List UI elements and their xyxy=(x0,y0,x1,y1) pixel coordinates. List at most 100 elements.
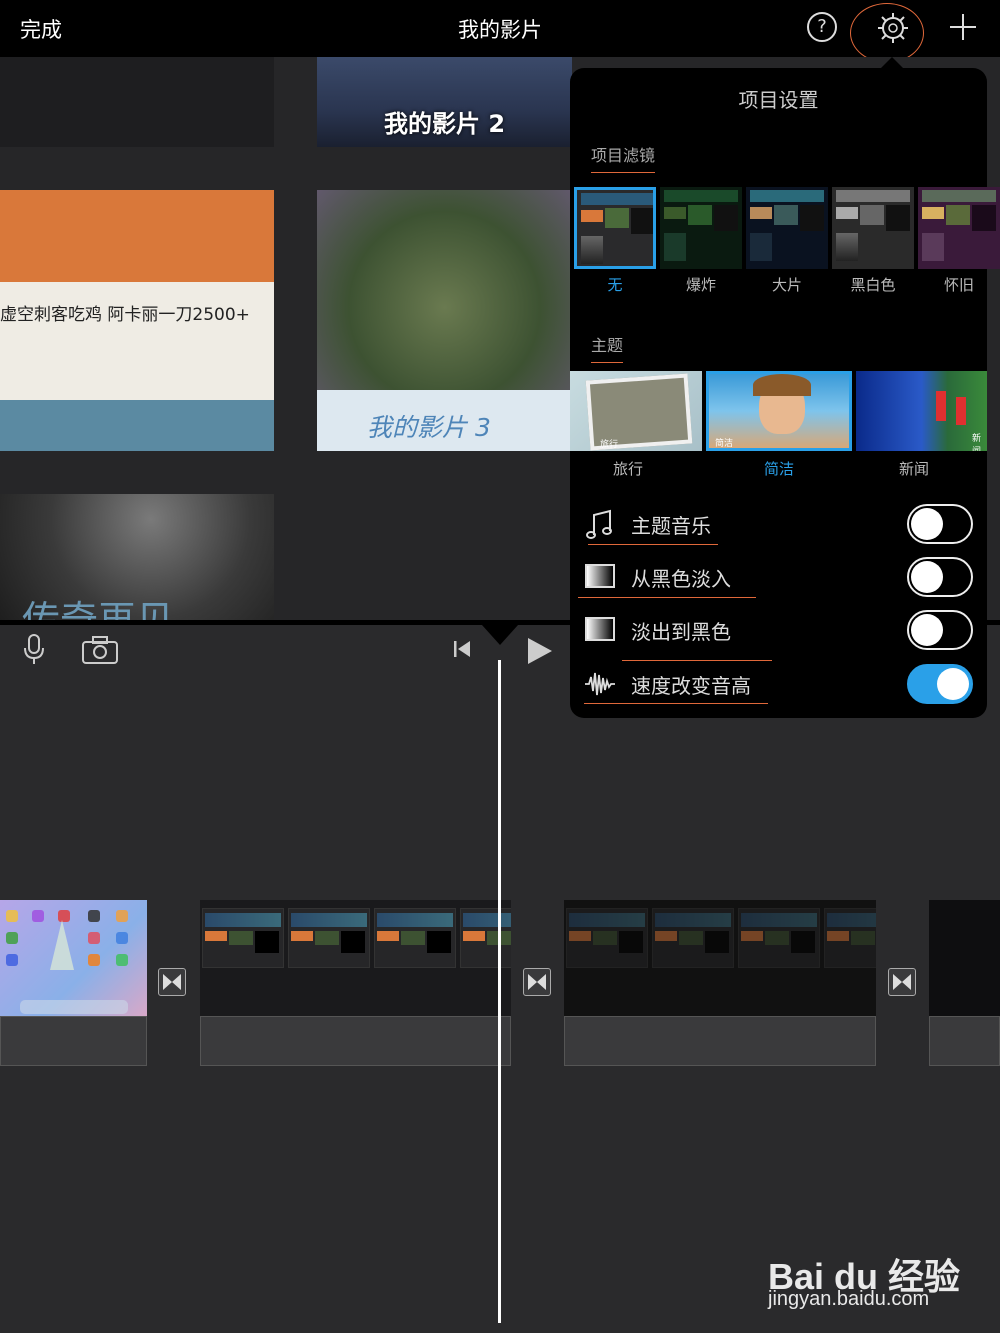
timeline-clip[interactable] xyxy=(0,900,147,1066)
transition-button[interactable] xyxy=(523,968,551,996)
setting-speed-pitch: 速度改变音高 xyxy=(570,659,987,709)
clip-preview xyxy=(6,910,128,1014)
toggle-knob xyxy=(911,508,943,540)
filter-label: 大片 xyxy=(771,276,802,294)
project-thumbnail[interactable]: 虚空刺客吃鸡 阿卡丽一刀2500+ xyxy=(0,190,274,451)
clip-video-track xyxy=(200,900,511,1016)
transition-button[interactable] xyxy=(158,968,186,996)
clip-audio-track xyxy=(200,1016,511,1066)
project-thumbnail[interactable]: 传奇再见 xyxy=(0,494,274,620)
project-thumbnail[interactable]: 我的影片 2 xyxy=(317,57,572,147)
speed-pitch-toggle[interactable] xyxy=(907,664,973,704)
page-title: 我的影片 xyxy=(458,18,542,42)
theme-label: 简洁 xyxy=(763,460,794,478)
timeline-clip[interactable] xyxy=(564,900,876,1066)
top-bar: 完成 我的影片 ? xyxy=(0,0,1000,63)
watermark-url: jingyan.baidu.com xyxy=(768,1288,930,1310)
theme-label: 新闻 xyxy=(898,460,929,478)
clip-audio-track xyxy=(929,1016,1000,1066)
filter-label: 无 xyxy=(607,276,623,294)
transition-icon xyxy=(893,974,911,990)
settings-gear-button[interactable] xyxy=(875,10,911,46)
project-title: 传奇再见 xyxy=(22,598,175,620)
fade-in-toggle[interactable] xyxy=(907,557,973,597)
microphone-icon xyxy=(24,634,44,664)
theme-label: 旅行 xyxy=(612,460,643,478)
fade-out-icon xyxy=(584,615,616,645)
project-thumbnail[interactable] xyxy=(0,57,274,147)
clip-frame xyxy=(202,908,284,968)
toggle-knob xyxy=(911,614,943,646)
filter-list: 无 爆炸 大片 黑白色 怀旧 xyxy=(570,187,1000,297)
toggle-knob xyxy=(911,561,943,593)
thumbnail-band xyxy=(0,400,274,451)
setting-fade-in: 从黑色淡入 xyxy=(570,552,987,602)
project-title: 我的影片 3 xyxy=(367,413,491,442)
filters-heading: 项目滤镜 xyxy=(591,142,656,173)
project-title: 我的影片 2 xyxy=(383,110,506,138)
done-button[interactable]: 完成 xyxy=(20,14,62,44)
clip-audio-track xyxy=(0,1016,147,1066)
playhead-caret xyxy=(482,625,518,645)
clip-frame xyxy=(460,908,511,968)
project-thumbnail[interactable]: 我的影片 3 xyxy=(317,190,572,451)
annotation-underline xyxy=(588,544,718,545)
theme-preview: 简洁 xyxy=(706,371,852,451)
clip-audio-track xyxy=(564,1016,876,1066)
filter-preview xyxy=(660,187,742,269)
clip-frame xyxy=(288,908,370,968)
filter-label: 黑白色 xyxy=(850,276,896,294)
setting-label: 淡出到黑色 xyxy=(631,620,731,644)
filter-preview xyxy=(832,187,914,269)
watermark: Bai du 经验 jingyan.baidu.com xyxy=(768,1226,988,1326)
clip-frame xyxy=(824,908,876,968)
theme-preview: 旅行 xyxy=(570,371,702,451)
fade-out-toggle[interactable] xyxy=(907,610,973,650)
filter-label: 怀旧 xyxy=(943,276,974,294)
waveform-icon xyxy=(584,669,616,699)
theme-list: 旅行 旅行 简洁 简洁 新闻 新闻 xyxy=(570,371,987,481)
help-button[interactable]: ? xyxy=(807,12,837,42)
filter-preview xyxy=(746,187,828,269)
voiceover-button[interactable] xyxy=(22,634,46,666)
thumbnail-band xyxy=(0,190,274,282)
transition-icon xyxy=(163,974,181,990)
clip-frame xyxy=(374,908,456,968)
filter-preview xyxy=(574,187,656,269)
plus-icon xyxy=(950,14,976,40)
theme-caption: 简洁 xyxy=(715,439,734,449)
theme-caption: 新闻 xyxy=(972,434,982,451)
skip-back-icon xyxy=(454,641,470,657)
music-note-icon xyxy=(584,509,616,539)
theme-music-toggle[interactable] xyxy=(907,504,973,544)
filter-label: 爆炸 xyxy=(685,276,716,294)
play-button[interactable] xyxy=(526,636,554,666)
setting-label: 从黑色淡入 xyxy=(631,567,731,591)
themes-heading: 主题 xyxy=(591,332,624,363)
setting-label: 速度改变音高 xyxy=(631,674,751,698)
popover-title: 项目设置 xyxy=(738,88,819,112)
toggle-knob xyxy=(937,668,969,700)
transition-button[interactable] xyxy=(888,968,916,996)
clip-video-track xyxy=(564,900,876,1016)
fade-in-icon xyxy=(584,562,616,592)
playhead[interactable] xyxy=(498,660,501,1323)
annotation-underline xyxy=(584,703,768,704)
project-title: 虚空刺客吃鸡 阿卡丽一刀2500+ xyxy=(0,305,250,325)
gear-icon xyxy=(878,13,908,43)
clip-video-track xyxy=(929,900,1000,1016)
timeline-clip[interactable] xyxy=(929,900,1000,1066)
theme-caption: 旅行 xyxy=(600,440,619,450)
setting-theme-music: 主题音乐 xyxy=(570,499,987,549)
add-button[interactable] xyxy=(948,12,978,42)
timeline-clip[interactable] xyxy=(200,900,511,1066)
camera-icon xyxy=(82,636,118,664)
filter-preview xyxy=(918,187,1000,269)
skip-to-start-button[interactable] xyxy=(451,638,473,660)
transition-icon xyxy=(528,974,546,990)
setting-fade-out: 淡出到黑色 xyxy=(570,605,987,661)
setting-label: 主题音乐 xyxy=(631,514,711,538)
play-icon xyxy=(528,638,552,664)
camera-button[interactable] xyxy=(82,636,118,664)
clip-frame xyxy=(652,908,734,968)
